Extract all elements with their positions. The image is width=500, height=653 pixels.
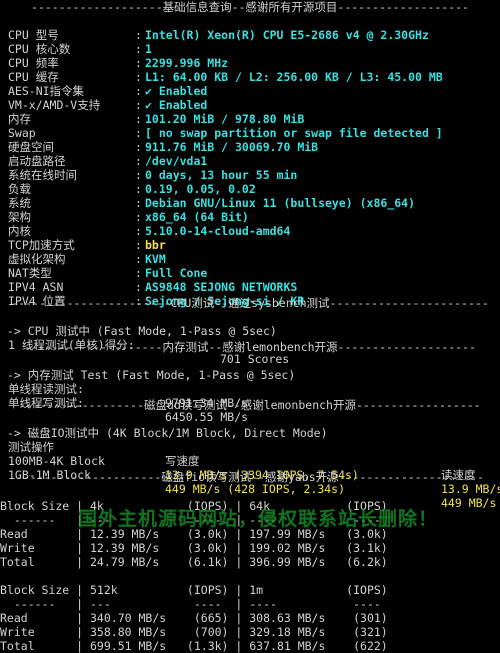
fio-row-read: Read | 340.70 MB/s (665) | 308.63 MB/s (… (0, 597, 500, 625)
info-row-vmx: VM-x/AMD-V支持: ✔ Enabled (8, 98, 208, 112)
disk-dd-row: 100MB-4K Block 13.9 MB/s (3394 IOPS, 7.5… (0, 440, 500, 496)
disk-dd-row: 1GB-1M Block 449 MB/s (428 IOPS, 2.34s) … (0, 454, 500, 510)
fio-block-header: Block Size | 512k (IOPS) | 1m (IOPS) (0, 569, 500, 597)
cpu-test-result: 1 线程测试(单核)得分: 701 Scores (0, 324, 500, 366)
section-header-memory: --------------------内存测试--感谢lemonbench开源… (23, 340, 477, 354)
fio-row-text: Total | 24.79 MB/s (6.1k) | 396.99 MB/s … (0, 555, 388, 569)
info-row-memory: 内存:101.20 MiB / 978.80 MiB (8, 112, 305, 126)
memory-write-row: 单线程写测试: 6450.55 MB/s (0, 382, 500, 424)
section-header-basic-info: -------------------基础信息查询--感谢所有开源项目-----… (31, 0, 469, 14)
info-row-asn: IPV4 ASN: AS9848 SEJONG NETWORKS (8, 280, 298, 294)
memory-test-running: -> 内存测试 Test (Fast Mode, 1-Pass @ 5sec) (0, 354, 500, 382)
fio-row-write: Write | 358.80 MB/s (700) | 329.18 MB/s … (0, 611, 500, 639)
info-row-load: 负载:0.19, 0.05, 0.02 (8, 182, 256, 196)
section-header-fio: ---------------------磁盘fio读写测试--感谢yabs开源… (15, 470, 485, 484)
fio-row-text: Total | 699.51 MB/s (1.3k) | 637.81 MB/s… (0, 639, 388, 653)
memory-read-row: 单线程读测试: 9791.34 MB/s (0, 368, 500, 410)
info-row-cpu-freq: CPU 频率:2299.996 MHz (8, 56, 229, 70)
info-row-os: 系统: Debian GNU/Linux 11 (bullseye) (x86_6… (8, 196, 416, 210)
info-row-location: IPV4 位置: Sejong / Sejong-si / KR (8, 294, 305, 308)
fio-divider: ------ | --- ---- | ---- ---- (0, 583, 500, 611)
info-row-cpu-cache: CPU 缓存: L1: 64.00 KB / L2: 256.00 KB / L3… (8, 70, 443, 84)
info-row-tcp: TCP加速方式: bbr (8, 238, 166, 252)
disk-dd-header-row: 测试操作 写速度 读速度 (0, 426, 500, 482)
info-row-arch: 架构: x86_64 (64 Bit) (8, 210, 249, 224)
cpu-test-running: -> CPU 测试中 (Fast Mode, 1-Pass @ 5sec) (0, 310, 500, 338)
disk-dd-running: -> 磁盘IO测试中 (4K Block/1M Block, Direct Mo… (0, 412, 500, 440)
fio-row-total: Total | 699.51 MB/s (1.3k) | 637.81 MB/s… (0, 625, 500, 653)
watermark: 国外主机源码网站，侵权联系站长删除！ (78, 508, 439, 530)
info-row-virt: 虚拟化架构: KVM (8, 252, 166, 266)
info-row-kernel: 内核:5.10.0-14-cloud-amd64 (8, 224, 291, 238)
info-row-cpu-model: CPU 型号: Intel(R) Xeon(R) CPU E5-2686 v4 @… (8, 28, 429, 42)
section-header-disk-dd: ------------------磁盘dd读写测试--感谢lemonbench… (19, 398, 481, 412)
info-row-uptime: 系统在线时间:0 days, 13 hour 55 min (8, 168, 298, 182)
info-row-nat: NAT类型: Full Cone (8, 266, 208, 280)
terminal-output: -------------------基础信息查询--感谢所有开源项目-----… (0, 0, 500, 653)
fio-row-total: Total | 24.79 MB/s (6.1k) | 396.99 MB/s … (0, 541, 500, 569)
fio-block-header: Block Size | 4k (IOPS) | 64k (IOPS) (0, 485, 500, 513)
info-row-aes-ni: AES-NI指令集: ✔ Enabled (8, 84, 208, 98)
info-row-cpu-cores: CPU 核心数:1 (8, 42, 152, 56)
info-row-boot-disk: 启动盘路径:/dev/vda1 (8, 154, 208, 168)
info-row-disk: 硬盘空间:911.76 MiB / 30069.70 MiB (8, 140, 319, 154)
section-header-cpu: -----------------------CPU测试--通过sysbench… (11, 296, 489, 310)
info-row-swap: Swap:[ no swap partition or swap file de… (8, 126, 443, 140)
